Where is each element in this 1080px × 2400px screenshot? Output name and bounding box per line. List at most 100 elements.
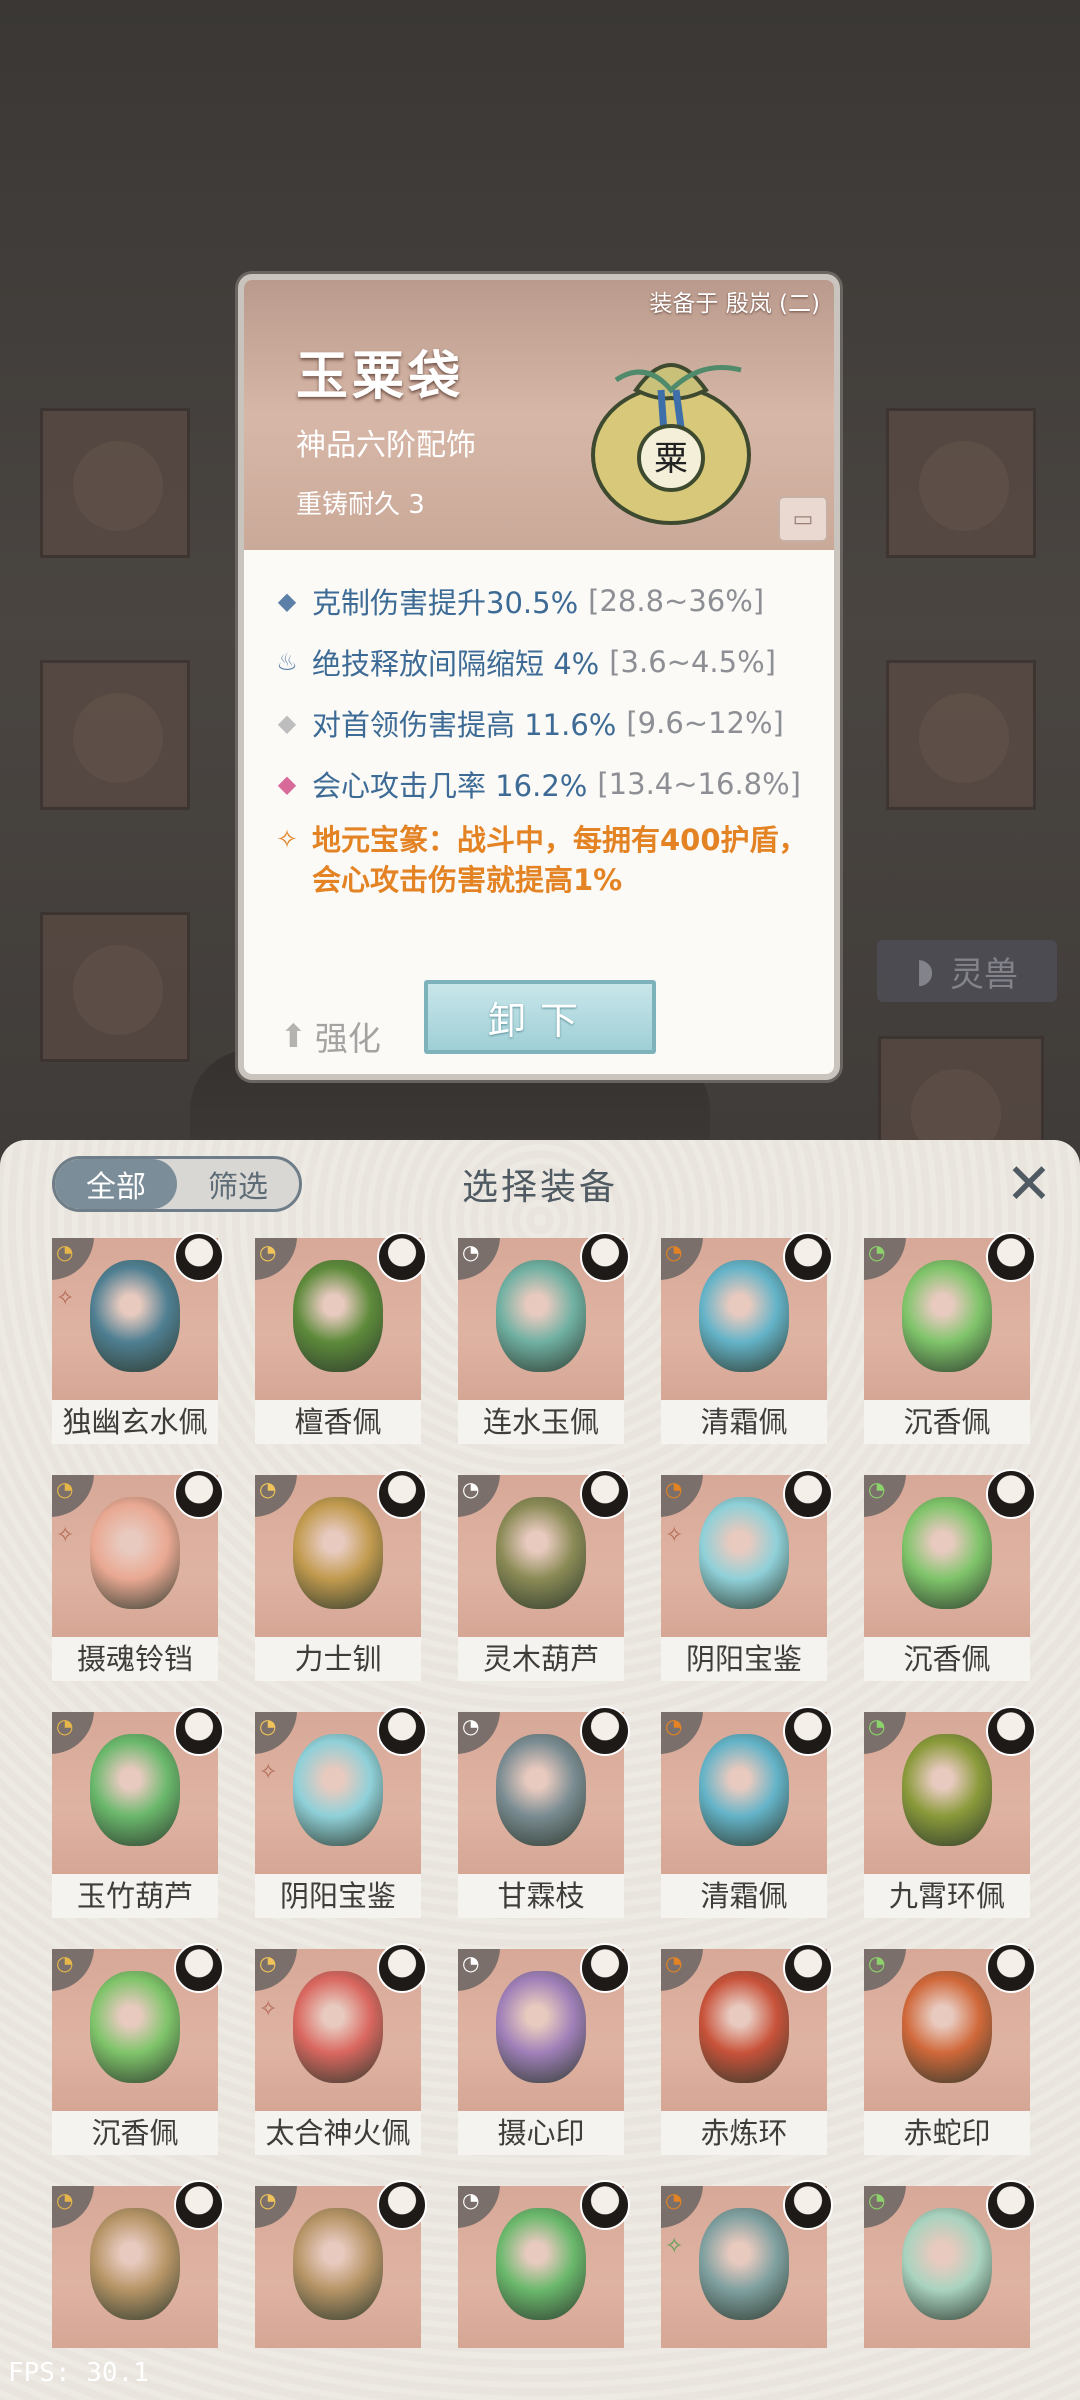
set-bonus-icon: ✧ [56,1286,75,1311]
accessory-icon [90,1260,180,1372]
equipment-tile[interactable]: ◔ [52,2180,224,2348]
set-bonus-icon: ✧ [665,1523,684,1548]
equipment-tile[interactable]: ◔ 清霜佩 [661,1706,833,1918]
equipment-tile[interactable]: ◔ 沉香佩 [864,1469,1036,1681]
element-icon: ◔ [864,1712,906,1754]
sheet-title: 选择装备 [461,1167,618,1208]
stat-row: ◆ 克制伤害提升30.5% [28.8~36%] [268,570,828,631]
element-icon: ◔ [458,2186,500,2228]
element-icon: ◔ [661,1238,703,1280]
element-icon: ◔ [255,1712,297,1754]
pet-tab: ◗ 灵兽 [877,940,1057,1002]
equipment-name: 太合神火佩 [255,2111,421,2155]
equipment-tile[interactable]: ◔ ✧ 太合神火佩 [255,1943,427,2155]
equipment-tile[interactable]: ◔ 赤蛇印 [864,1943,1036,2155]
stat-range: [28.8~36%] [588,583,765,618]
accessory-icon [902,1971,992,2083]
equipment-name: 阴阳宝鉴 [661,1637,827,1681]
accessory-icon [293,1497,383,1609]
bg-equip-slot [886,660,1036,810]
close-icon[interactable]: ✕ [1002,1157,1056,1213]
equipment-tile[interactable]: ◔ 灵木葫芦 [458,1469,630,1681]
accessory-icon [293,1971,383,2083]
element-icon: ◔ [255,2186,297,2228]
equipment-tile[interactable]: ◔ 沉香佩 [52,1943,224,2155]
stat-text: 会心攻击几率 16.2% [312,768,588,803]
owner-avatar [377,1943,427,1993]
element-icon: ◔ [661,1475,703,1517]
equipment-tile[interactable]: ◔ 赤炼环 [661,1943,833,2155]
equipment-tile[interactable]: ◔ [458,2180,630,2348]
accessory-icon [293,1734,383,1846]
equipment-tile[interactable]: ◔ 沉香佩 [864,1232,1036,1444]
set-bonus-icon: ✧ [56,1523,75,1548]
unequip-button[interactable]: 卸下 [424,980,656,1054]
owner-avatar [580,1706,630,1756]
accessory-icon [496,2208,586,2320]
equipment-tile[interactable]: ◔ 摄心印 [458,1943,630,2155]
equipment-tile[interactable]: ◔ 连水玉佩 [458,1232,630,1444]
equipment-name: 赤蛇印 [864,2111,1030,2155]
equipment-name: 力士钏 [255,1637,421,1681]
equipment-tile[interactable]: ◔ ✧ 独幽玄水佩 [52,1232,224,1444]
equipment-tile[interactable]: ◔ 玉竹葫芦 [52,1706,224,1918]
equipment-name: 甘霖枝 [458,1874,624,1918]
bg-equip-slot [878,1036,1044,1159]
equipment-tile[interactable]: ◔ 甘霖枝 [458,1706,630,1918]
accessory-icon [90,1734,180,1846]
accessory-icon [90,2208,180,2320]
equipment-tile[interactable]: ◔ ✧ [661,2180,833,2348]
equipment-name: 九霄环佩 [864,1874,1030,1918]
equipment-name: 玉竹葫芦 [52,1874,218,1918]
accessory-icon [90,1971,180,2083]
accessory-icon [902,1734,992,1846]
bg-equip-slot [40,408,190,558]
arrow-up-icon: ⬆ [280,1017,307,1055]
equipment-tile[interactable]: ◔ 清霜佩 [661,1232,833,1444]
owner-avatar [783,1232,833,1282]
svg-text:粟: 粟 [654,439,688,479]
equipment-tile[interactable]: ◔ [864,2180,1036,2348]
equipment-name: 赤炼环 [661,2111,827,2155]
equipment-tile[interactable]: ◔ ✧ 阴阳宝鉴 [255,1706,427,1918]
accessory-icon [496,1260,586,1372]
owner-avatar [377,1706,427,1756]
equipment-tile[interactable]: ◔ 力士钏 [255,1469,427,1681]
owner-avatar [174,1943,224,1993]
owner-avatar [986,2180,1036,2230]
accessory-icon [699,1734,789,1846]
fps-counter: FPS: 30.1 [8,2358,149,2388]
element-icon: ◔ [458,1949,500,1991]
accessory-icon [902,1260,992,1372]
owner-avatar [174,2180,224,2230]
set-bonus-icon: ✧ [259,1760,278,1785]
diamond-icon: ◆ [277,769,297,798]
equipment-tile[interactable]: ◔ ✧ 阴阳宝鉴 [661,1469,833,1681]
equipment-tile[interactable]: ◔ 檀香佩 [255,1232,427,1444]
stat-row: ◆ 会心攻击几率 16.2% [13.4~16.8%] [268,753,828,814]
accessory-icon [902,2208,992,2320]
equipment-name: 檀香佩 [255,1400,421,1444]
accessory-icon [293,1260,383,1372]
element-icon: ◔ [52,1475,94,1517]
element-icon: ◔ [864,1238,906,1280]
element-icon: ◔ [661,1949,703,1991]
enhance-button[interactable]: ⬆ 强化 [280,1012,381,1060]
element-icon: ◔ [458,1712,500,1754]
equipment-tile[interactable]: ◔ 九霄环佩 [864,1706,1036,1918]
owner-avatar [986,1943,1036,1993]
lock-button[interactable]: ▭ [778,496,828,542]
equipment-tile[interactable]: ◔ ✧ 摄魂铃铛 [52,1469,224,1681]
element-icon: ◔ [458,1475,500,1517]
stat-range: [9.6~12%] [626,705,784,740]
equipment-name: 清霜佩 [661,1400,827,1444]
owner-avatar [986,1469,1036,1519]
set-effect: ✧ 地元宝篆：战斗中，每拥有400护盾，会心攻击伤害就提高1% [268,820,828,900]
equipment-name: 沉香佩 [864,1400,1030,1444]
equipment-name: 独幽玄水佩 [52,1400,218,1444]
element-icon: ◔ [255,1238,297,1280]
item-name: 玉粟袋 [296,346,465,407]
owner-avatar [783,1469,833,1519]
equipment-tile[interactable]: ◔ [255,2180,427,2348]
element-icon: ◔ [255,1475,297,1517]
